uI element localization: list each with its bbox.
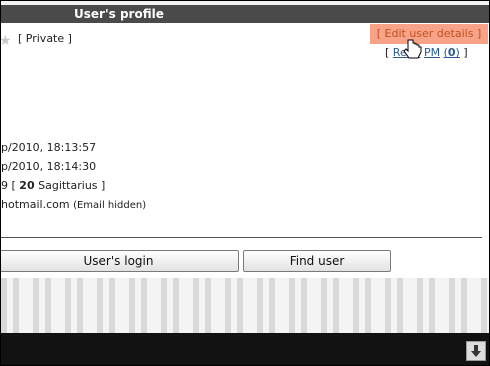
registered-date: p/2010, 18:13:57 bbox=[1, 141, 97, 154]
email-row: hotmail.com (Email hidden) bbox=[1, 198, 146, 211]
zodiac-sign: Sagittarius ] bbox=[38, 179, 106, 192]
pm-count: 0 bbox=[447, 46, 456, 59]
pm-links: [ Read PM (0) ] bbox=[385, 46, 468, 59]
scroll-down-button[interactable] bbox=[466, 341, 486, 361]
pm-count-close: ) bbox=[455, 46, 460, 59]
hand-cursor-icon bbox=[403, 39, 422, 59]
arrow-down-icon bbox=[471, 345, 481, 357]
background-pattern bbox=[1, 278, 489, 333]
pm-open-bracket: [ bbox=[385, 46, 390, 59]
divider bbox=[1, 237, 482, 238]
email-fragment: hotmail.com bbox=[1, 198, 70, 211]
edit-user-details-button[interactable]: [ Edit user details ] bbox=[370, 24, 488, 44]
profile-title: User's profile bbox=[74, 7, 164, 21]
window: User's profile ★ [ Private ] [ Edit user… bbox=[0, 0, 490, 366]
pm-link[interactable]: PM bbox=[424, 46, 440, 59]
age-value: 20 bbox=[19, 179, 35, 192]
email-hidden-note: (Email hidden) bbox=[73, 200, 147, 211]
private-label: [ Private ] bbox=[18, 32, 72, 45]
pm-close-bracket: ] bbox=[463, 46, 468, 59]
bottom-bar bbox=[1, 333, 489, 365]
star-icon: ★ bbox=[0, 33, 12, 49]
age-prefix: 9 [ bbox=[1, 179, 16, 192]
last-visit-date: p/2010, 18:14:30 bbox=[1, 160, 97, 173]
find-user-button[interactable]: Find user bbox=[243, 250, 391, 272]
profile-header: User's profile bbox=[1, 5, 489, 23]
users-login-button[interactable]: User's login bbox=[1, 250, 239, 272]
age-sign-row: 9 [ 20 Sagittarius ] bbox=[1, 179, 105, 192]
